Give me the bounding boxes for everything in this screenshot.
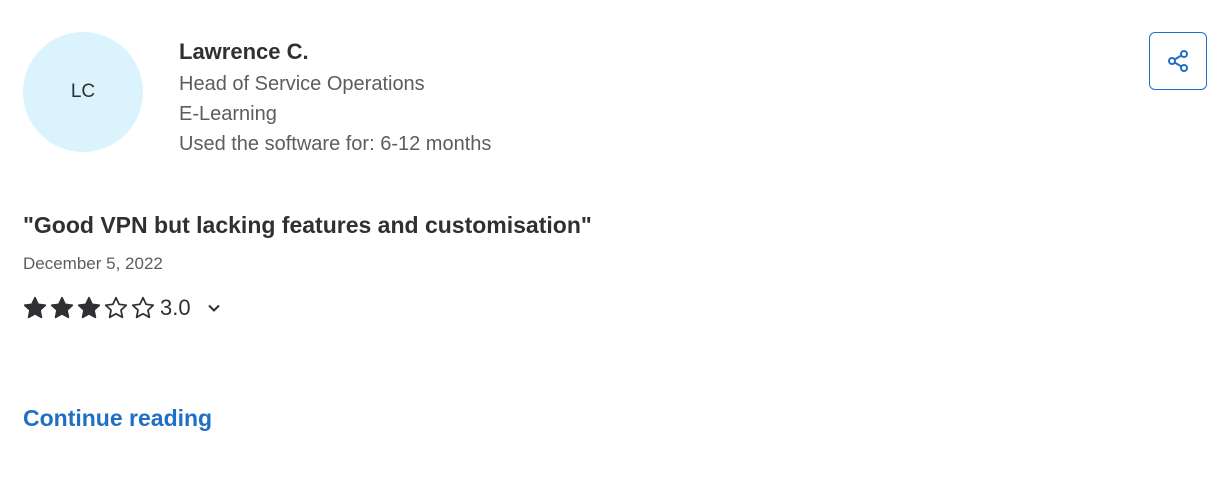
- reviewer-job-title: Head of Service Operations: [179, 73, 425, 95]
- star-filled-icon: [77, 296, 101, 319]
- star-empty-icon: [104, 296, 128, 319]
- rating-expand-toggle[interactable]: [203, 297, 225, 319]
- share-icon: [1168, 50, 1188, 72]
- chevron-down-icon: [207, 304, 220, 312]
- reviewer-name: Lawrence C.: [179, 39, 309, 64]
- reviewer-industry: E-Learning: [179, 103, 277, 125]
- review-card: LC Lawrence C. Head of Service Operation…: [0, 0, 1224, 478]
- avatar-initials: LC: [70, 81, 96, 102]
- continue-reading-link[interactable]: Continue reading: [23, 402, 212, 434]
- reviewer-info: Lawrence C. Head of Service Operations E…: [179, 37, 491, 159]
- rating-stars: [22, 295, 157, 321]
- review-date: December 5, 2022: [23, 254, 163, 273]
- star-filled-icon: [50, 296, 74, 319]
- share-button[interactable]: [1149, 32, 1207, 90]
- star-empty-icon: [131, 296, 155, 319]
- review-title: "Good VPN but lacking features and custo…: [23, 212, 592, 238]
- rating-value: 3.0: [160, 295, 191, 320]
- star-filled-icon: [23, 296, 47, 319]
- avatar: LC: [23, 32, 143, 152]
- rating: 3.0: [22, 292, 225, 324]
- reviewer-usage-duration: Used the software for: 6-12 months: [179, 133, 492, 155]
